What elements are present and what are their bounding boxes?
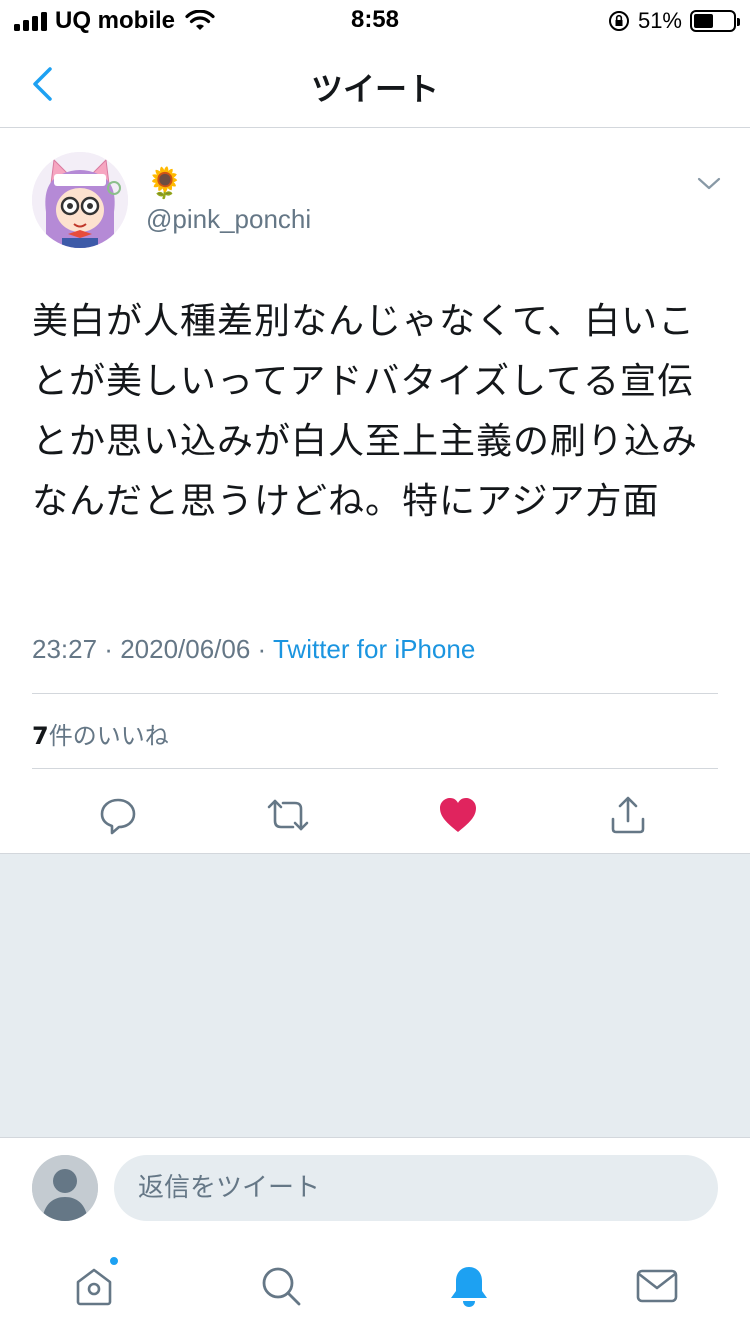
user-avatar[interactable] xyxy=(32,152,128,248)
battery-icon xyxy=(690,10,740,32)
tweet-menu-button[interactable] xyxy=(694,172,724,196)
meta-separator: · xyxy=(250,634,273,664)
share-icon xyxy=(611,796,645,834)
status-right: 51% xyxy=(608,6,740,36)
tab-messages[interactable] xyxy=(627,1259,687,1313)
tab-bar xyxy=(0,1237,750,1334)
nav-bar: ツイート xyxy=(0,42,750,128)
notification-dot xyxy=(108,1255,120,1267)
retweet-button[interactable] xyxy=(263,790,313,840)
reply-button[interactable] xyxy=(93,790,143,840)
my-avatar[interactable] xyxy=(32,1155,98,1221)
avatar-illustration xyxy=(32,152,128,248)
retweet-icon xyxy=(267,799,309,831)
home-icon xyxy=(76,1268,112,1306)
heart-icon xyxy=(440,798,476,832)
page-title: ツイート xyxy=(310,70,439,108)
meta-separator: · xyxy=(97,634,121,664)
bell-icon xyxy=(451,1267,487,1307)
tweet-time: 23:27 xyxy=(32,634,98,664)
tab-search[interactable] xyxy=(251,1259,311,1313)
tab-home[interactable] xyxy=(64,1255,124,1313)
status-bar: UQ mobile 8:58 51% xyxy=(0,0,750,42)
tweet-meta: 23:27 · 2020/06/06 · Twitter for iPhone xyxy=(32,634,475,665)
display-name[interactable]: 🌻 xyxy=(146,166,183,202)
share-button[interactable] xyxy=(603,790,653,840)
mail-icon xyxy=(636,1269,678,1303)
tab-notifications[interactable] xyxy=(439,1259,499,1313)
like-button[interactable] xyxy=(433,790,483,840)
reply-input[interactable]: 返信をツイート xyxy=(114,1155,718,1221)
orientation-lock-icon xyxy=(608,11,629,31)
user-handle[interactable]: @pink_ponchi xyxy=(146,204,311,235)
battery-percent: 51% xyxy=(637,8,682,33)
chevron-down-icon xyxy=(697,177,721,190)
reply-bar: 返信をツイート xyxy=(0,1137,750,1237)
tweet-source-link[interactable]: Twitter for iPhone xyxy=(273,634,475,664)
likes-label: 件のいいね xyxy=(48,722,169,750)
tweet-actions xyxy=(0,780,750,852)
empty-replies-area xyxy=(0,853,750,1137)
default-avatar-icon xyxy=(32,1155,98,1221)
reply-icon xyxy=(100,798,136,835)
divider xyxy=(32,693,718,694)
search-icon xyxy=(262,1267,301,1306)
tweet-text: 美白が人種差別なんじゃなくて、白いことが美しいってアドバタイズしてる宣伝とか思い… xyxy=(32,301,699,522)
tweet-date: 2020/06/06 xyxy=(120,634,251,664)
divider xyxy=(32,768,718,769)
likes-number: 7 xyxy=(32,722,49,750)
likes-count[interactable]: 7件のいいね xyxy=(32,716,169,751)
